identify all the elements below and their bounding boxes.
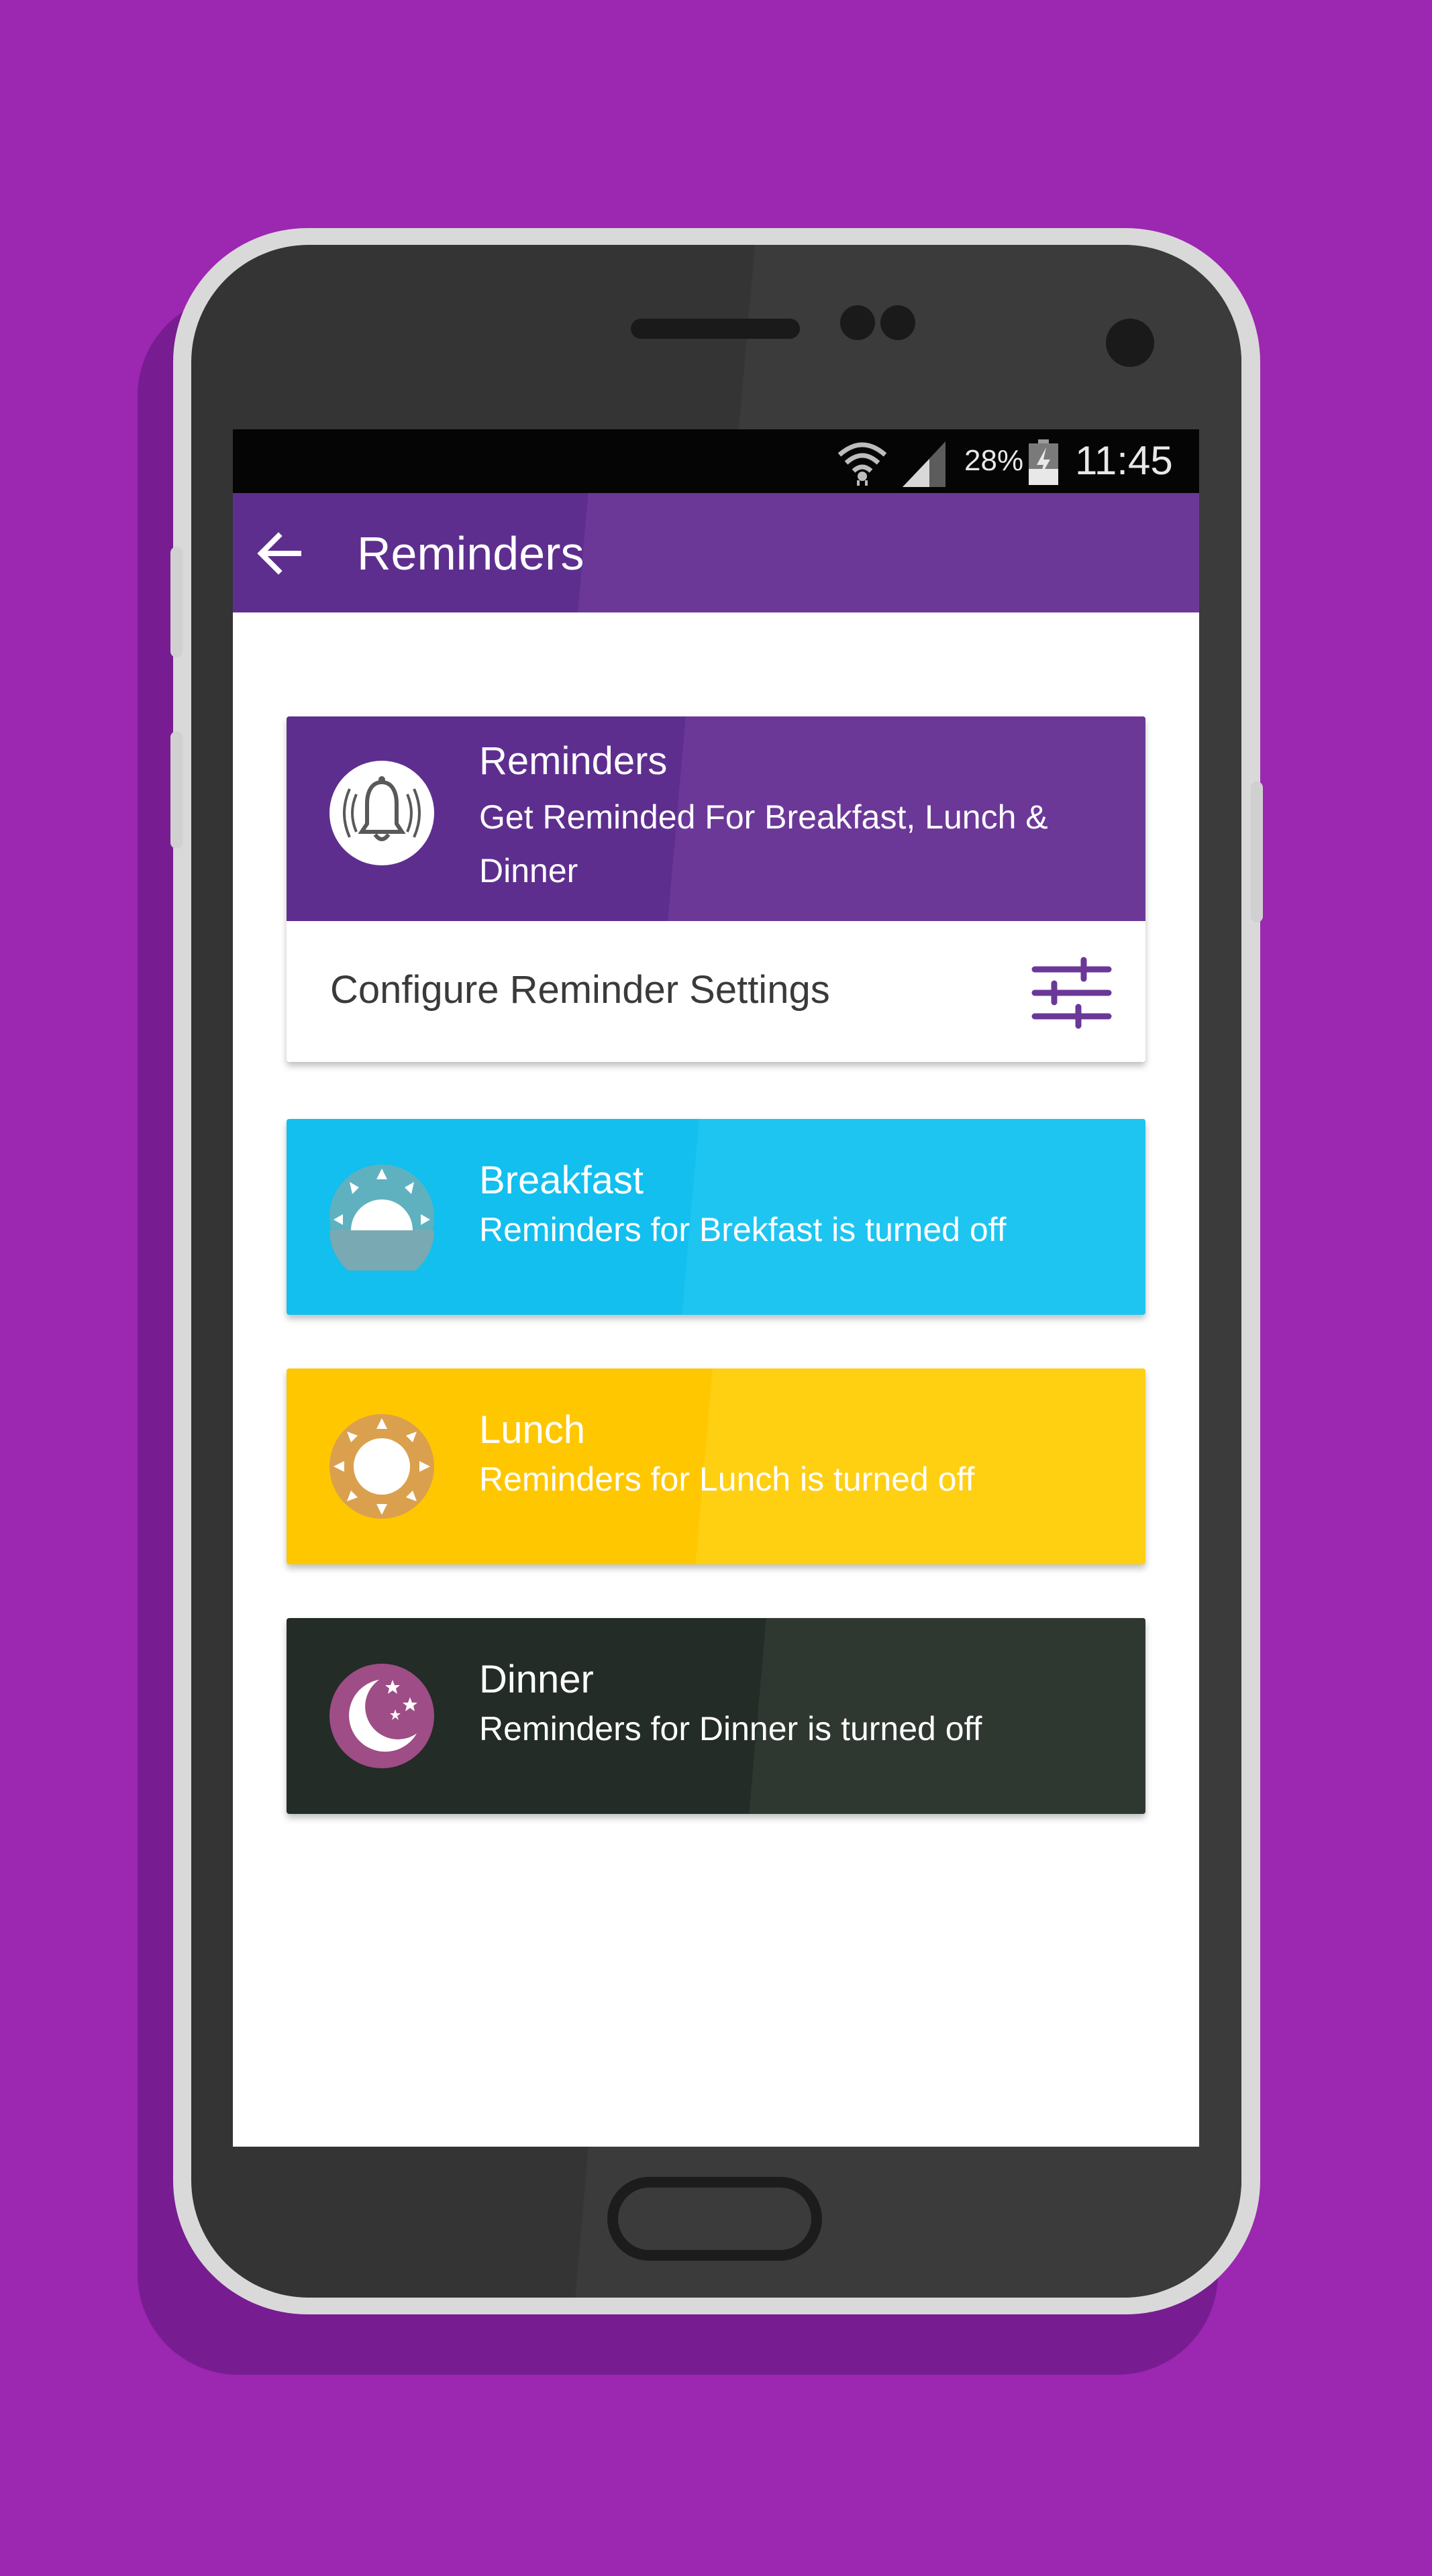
moon-icon	[329, 1664, 434, 1768]
status-time: 11:45	[1075, 438, 1173, 483]
breakfast-card[interactable]: Breakfast Reminders for Brekfast is turn…	[287, 1119, 1145, 1315]
dinner-subtitle: Reminders for Dinner is turned off	[479, 1710, 982, 1748]
sun-icon	[329, 1414, 434, 1519]
lunch-title: Lunch	[479, 1408, 586, 1452]
dinner-card[interactable]: Dinner Reminders for Dinner is turned of…	[287, 1618, 1145, 1814]
home-button[interactable]	[607, 2177, 822, 2261]
bell-icon	[329, 761, 434, 865]
front-sensor-left	[840, 305, 875, 340]
configure-settings-label: Configure Reminder Settings	[330, 968, 830, 1012]
power-button	[1251, 782, 1263, 922]
reminders-card-header: Reminders Get Reminded For Breakfast, Lu…	[287, 716, 1145, 921]
configure-reminder-settings-row[interactable]: Configure Reminder Settings	[287, 921, 1145, 1062]
battery-percent: 28%	[964, 444, 1024, 477]
breakfast-subtitle: Reminders for Brekfast is turned off	[479, 1211, 1007, 1248]
breakfast-title: Breakfast	[479, 1159, 644, 1202]
front-sensor-right	[880, 305, 915, 340]
battery-icon	[1029, 439, 1058, 485]
reminders-card-subtitle: Get Reminded For Breakfast, Lunch & Dinn…	[479, 798, 1048, 890]
back-arrow-icon[interactable]	[253, 527, 307, 580]
page-title: Reminders	[357, 527, 584, 580]
app-bar-sheen	[574, 493, 1199, 612]
tune-sliders-icon[interactable]	[1031, 956, 1112, 1030]
reminders-card: Reminders Get Reminded For Breakfast, Lu…	[287, 716, 1145, 1062]
sunrise-icon	[329, 1165, 434, 1271]
lunch-card[interactable]: Lunch Reminders for Lunch is turned off	[287, 1368, 1145, 1564]
reminders-card-title: Reminders	[479, 739, 668, 783]
dinner-title: Dinner	[479, 1658, 594, 1701]
screen: 28% 11:45 Reminders Reminders Get Remind…	[233, 429, 1199, 2147]
lunch-subtitle: Reminders for Lunch is turned off	[479, 1460, 975, 1498]
power-button-left	[170, 731, 183, 849]
earpiece-speaker	[631, 319, 800, 339]
app-bar: Reminders	[233, 493, 1199, 612]
signal-icon	[903, 441, 945, 487]
front-camera	[1106, 319, 1154, 367]
wifi-icon	[837, 442, 887, 486]
volume-button	[170, 547, 183, 657]
status-bar: 28% 11:45	[233, 429, 1199, 493]
